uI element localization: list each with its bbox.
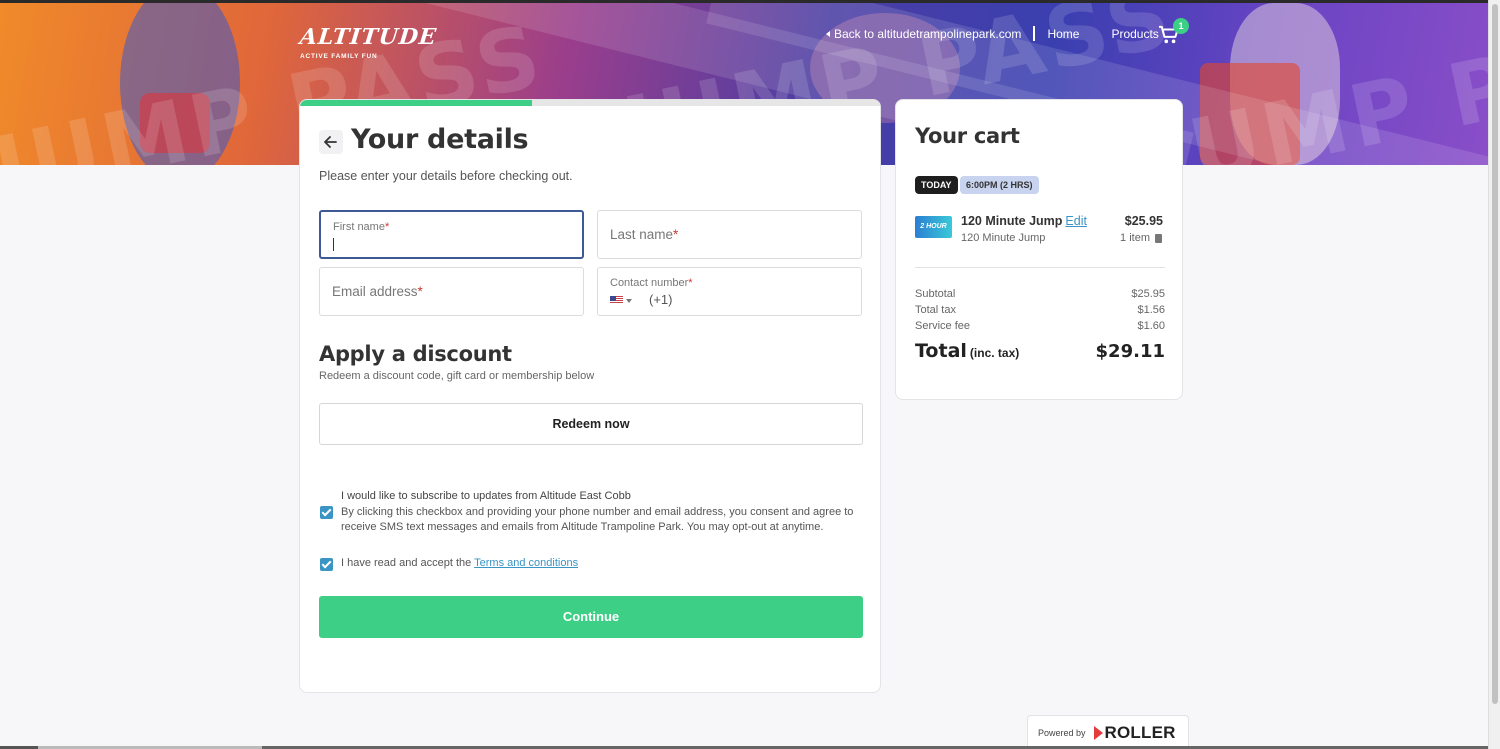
text-cursor [333,238,334,251]
checkout-details-card: Your details Please enter your details b… [299,99,881,693]
cart-item-subtitle: 120 Minute Jump [961,232,1046,244]
us-flag-icon[interactable] [610,296,623,304]
logo-wordmark: ALTITUDE [298,24,439,50]
total-label: Total (inc. tax) [915,340,1019,362]
powered-by-label: Powered by [1038,727,1086,738]
cart-divider [915,267,1165,268]
tax-label: Total tax [915,304,956,316]
time-badge: 6:00PM (2 HRS) [960,176,1039,194]
cart-item-name-text: 120 Minute Jump [961,214,1063,228]
logo-tagline: ACTIVE FAMILY FUN [300,53,378,60]
last-name-label-text: Last name [610,227,674,242]
first-name-label: First name* [333,221,389,233]
nav-separator [1033,26,1036,41]
powered-by-badge[interactable]: Powered by ROLLER [1027,715,1189,749]
redeem-now-button[interactable]: Redeem now [319,403,863,445]
last-name-label: Last name* [610,227,678,242]
scrollbar-thumb[interactable] [1492,4,1498,704]
required-mark: * [688,277,693,289]
country-dropdown-icon[interactable] [626,299,632,303]
terms-link[interactable]: Terms and conditions [474,557,578,569]
email-field[interactable]: Email address* [319,267,584,316]
subscribe-body: By clicking this checkbox and providing … [341,505,854,534]
total-suffix: (inc. tax) [969,346,1020,360]
contact-number-label: Contact number* [610,277,693,289]
date-badge: TODAY [915,176,958,194]
roller-mark-icon [1093,725,1103,740]
cart-item-price: $25.95 [1124,214,1163,228]
subscribe-checkbox[interactable] [320,506,333,519]
discount-subtitle: Redeem a discount code, gift card or mem… [319,370,595,382]
service-fee-label: Service fee [915,320,971,332]
subscribe-text: I would like to subscribe to updates fro… [341,489,856,536]
first-name-label-text: First name [333,221,385,233]
vertical-scrollbar[interactable] [1488,0,1500,749]
altitude-logo[interactable]: ALTITUDE ACTIVE FAMILY FUN [298,24,439,70]
back-to-site-link[interactable]: Back to altitudetrampolinepark.com [826,27,1021,41]
product-thumbnail: 2 HOUR [915,216,952,238]
arrow-left-icon [324,136,337,148]
continue-button[interactable]: Continue [319,596,863,638]
service-fee-value: $1.60 [1137,320,1165,332]
last-name-field[interactable]: Last name* [597,210,862,259]
required-mark: * [673,227,679,242]
page-title: Your details [351,124,529,155]
terms-checkbox[interactable] [320,558,333,571]
required-mark: * [384,221,390,233]
cart-item-quantity: 1 item [1120,232,1162,244]
total-row: Total (inc. tax) $29.11 [915,340,1165,362]
subtotal-value: $25.95 [1131,288,1165,300]
back-to-site-label: Back to altitudetrampolinepark.com [834,26,1022,41]
cart-summary-card: Your cart TODAY 6:00PM (2 HRS) 2 HOUR 12… [895,99,1183,400]
subtotal-row: Subtotal $25.95 [915,288,1165,300]
page-subtitle: Please enter your details before checkin… [319,169,573,183]
cart-item-edit-link[interactable]: Edit [1065,214,1087,228]
back-button[interactable] [319,130,343,154]
checkout-progress-bar [300,100,880,106]
terms-text: I have read and accept the Terms and con… [341,556,578,572]
contact-label-text: Contact number [610,277,689,289]
top-nav: Back to altitudetrampolinepark.com Home … [826,26,1159,41]
subtotal-label: Subtotal [915,288,956,300]
nav-home-link[interactable]: Home [1047,27,1079,41]
discount-heading: Apply a discount [319,342,512,366]
email-label-text: Email address [332,284,418,299]
roller-wordmark: ROLLER [1104,722,1176,742]
service-fee-row: Service fee $1.60 [915,320,1165,332]
cart-count-badge: 1 [1173,18,1189,34]
roller-logo: ROLLER [1093,722,1176,743]
cart-item-qty-text: 1 item [1120,232,1150,244]
dial-code: (+1) [649,292,673,307]
terms-prefix: I have read and accept the [341,557,475,569]
checkout-progress-fill [300,100,532,106]
total-value: $29.11 [1095,341,1165,362]
total-label-text: Total [915,340,967,362]
chevron-left-icon [826,30,830,37]
contact-number-field[interactable]: Contact number* (+1) [597,267,862,316]
required-mark: * [417,284,423,299]
nav-products-link[interactable]: Products [1111,27,1158,41]
subscribe-title: I would like to subscribe to updates fro… [341,490,631,502]
cart-title: Your cart [915,124,1020,148]
email-label: Email address* [332,284,423,299]
trash-icon[interactable] [1155,233,1162,243]
tax-row: Total tax $1.56 [915,304,1165,316]
tax-value: $1.56 [1137,304,1165,316]
first-name-field[interactable]: First name* [319,210,584,259]
cart-item-name: 120 Minute Jump Edit [961,214,1087,228]
